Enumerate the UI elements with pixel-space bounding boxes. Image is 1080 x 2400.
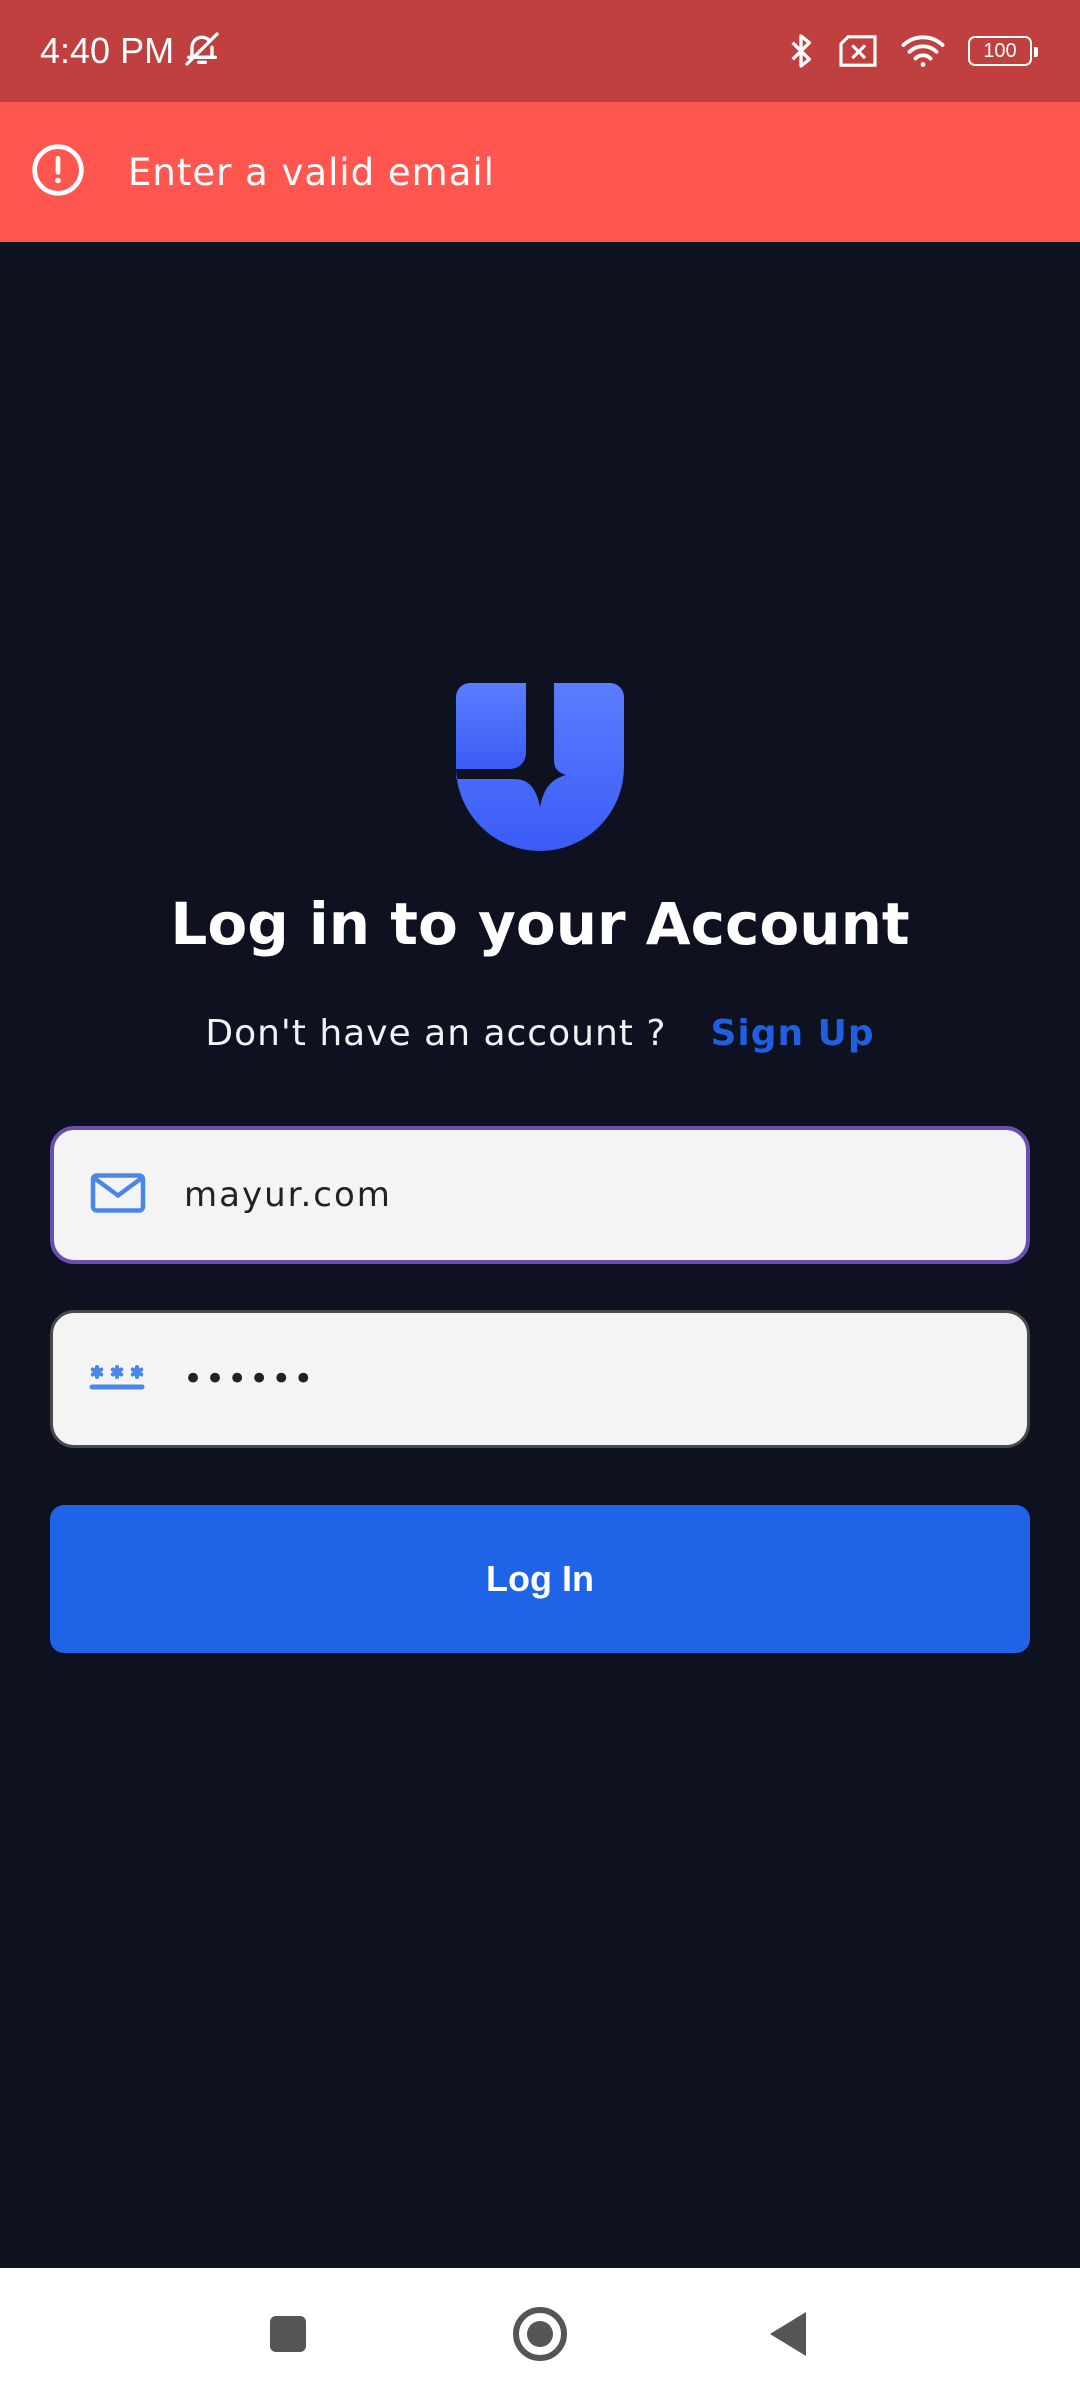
status-time: 4:40 PM xyxy=(40,30,175,71)
status-bar: 4:40 PM 100 xyxy=(0,0,1080,102)
status-right: 100 xyxy=(786,31,1038,71)
signup-row: Don't have an account ? Sign Up xyxy=(0,1013,1080,1054)
password-field[interactable]: •••••• xyxy=(50,1310,1030,1448)
error-message: Enter a valid email xyxy=(128,150,495,194)
notifications-off-icon xyxy=(182,29,222,73)
mail-icon xyxy=(88,1163,184,1227)
email-field[interactable]: mayur.com xyxy=(50,1126,1030,1264)
password-value: •••••• xyxy=(183,1359,316,1399)
page-title: Log in to your Account xyxy=(170,890,910,958)
sim-off-icon xyxy=(838,34,878,68)
bluetooth-icon xyxy=(786,31,816,71)
back-button[interactable] xyxy=(764,2300,812,2368)
login-button[interactable]: Log In xyxy=(50,1505,1030,1653)
status-left: 4:40 PM xyxy=(40,29,222,73)
recents-button[interactable] xyxy=(264,2300,312,2368)
email-value: mayur.com xyxy=(184,1175,392,1215)
alert-circle-icon xyxy=(30,142,128,202)
signup-prompt: Don't have an account ? xyxy=(205,1013,667,1054)
error-banner: Enter a valid email xyxy=(0,102,1080,242)
wifi-icon xyxy=(900,33,946,69)
password-icon xyxy=(87,1347,183,1411)
home-button[interactable] xyxy=(510,2300,570,2368)
signup-link[interactable]: Sign Up xyxy=(710,1013,874,1054)
app-logo xyxy=(456,683,624,851)
battery-icon: 100 xyxy=(968,36,1038,66)
